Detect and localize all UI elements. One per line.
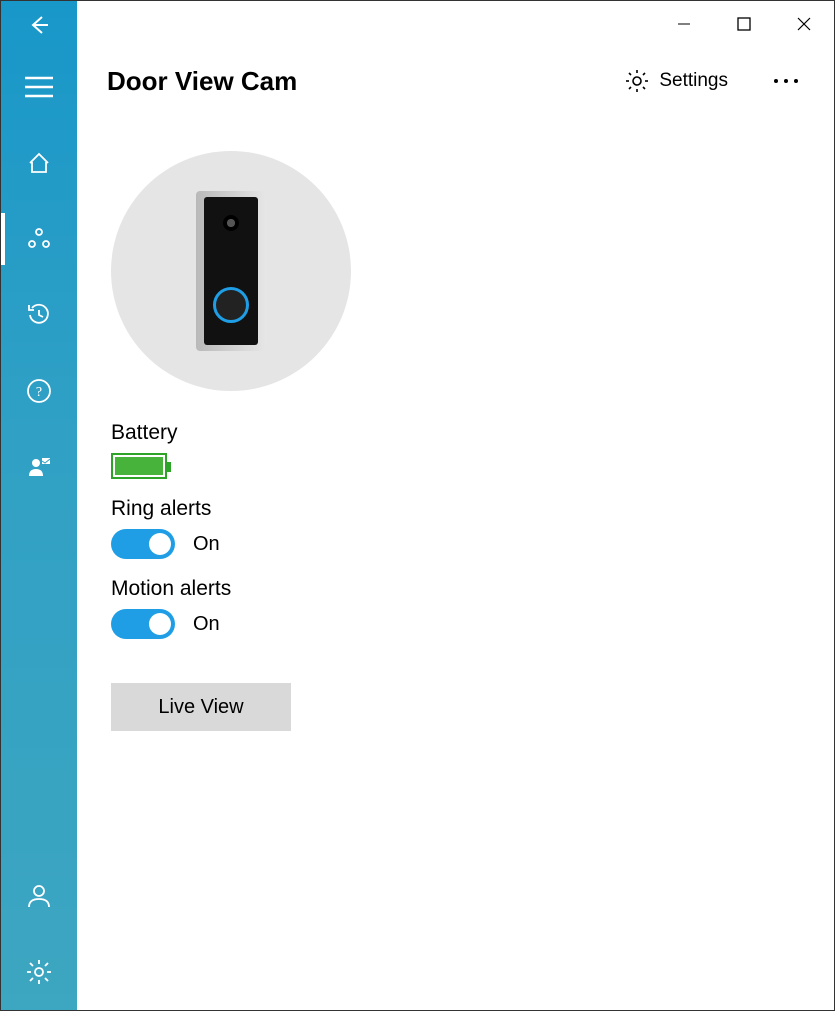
minimize-icon xyxy=(677,17,691,31)
help-icon: ? xyxy=(26,378,52,404)
close-button[interactable] xyxy=(774,1,834,47)
neighbors-icon xyxy=(26,454,52,480)
close-icon xyxy=(797,17,811,31)
device-detail-panel: Battery Ring alerts On Motion alerts On … xyxy=(77,131,834,1010)
battery-label: Battery xyxy=(111,421,800,445)
live-view-button[interactable]: Live View xyxy=(111,683,291,731)
minimize-button[interactable] xyxy=(654,1,714,47)
history-icon xyxy=(26,302,52,328)
dot-icon xyxy=(784,79,788,83)
account-icon xyxy=(26,883,52,909)
nav-account[interactable] xyxy=(1,858,77,934)
device-image-container xyxy=(111,151,351,391)
back-button[interactable] xyxy=(1,1,77,49)
svg-text:?: ? xyxy=(36,385,42,400)
back-arrow-icon xyxy=(28,14,50,36)
nav-help[interactable]: ? xyxy=(1,353,77,429)
settings-button[interactable]: Settings xyxy=(625,69,728,93)
home-icon xyxy=(27,151,51,175)
motion-alerts-toggle[interactable] xyxy=(111,609,175,639)
nav-neighbors[interactable] xyxy=(1,429,77,505)
nav-settings[interactable] xyxy=(1,934,77,1010)
hamburger-icon xyxy=(25,76,53,98)
nav-devices[interactable] xyxy=(1,201,77,277)
maximize-icon xyxy=(737,17,751,31)
motion-alerts-state: On xyxy=(193,613,220,636)
device-image xyxy=(196,191,266,351)
nav-home[interactable] xyxy=(1,125,77,201)
page-header: Door View Cam Settings xyxy=(77,51,834,111)
maximize-button[interactable] xyxy=(714,1,774,47)
dot-icon xyxy=(794,79,798,83)
gear-icon xyxy=(625,69,649,93)
more-options-button[interactable] xyxy=(768,73,804,89)
devices-icon xyxy=(27,227,51,251)
ring-alerts-toggle[interactable] xyxy=(111,529,175,559)
settings-label: Settings xyxy=(659,70,728,92)
window-controls xyxy=(654,1,834,47)
dot-icon xyxy=(774,79,778,83)
ring-alerts-label: Ring alerts xyxy=(111,497,800,521)
left-navigation-rail: ? xyxy=(1,1,77,1010)
motion-alerts-label: Motion alerts xyxy=(111,577,800,601)
hamburger-menu-button[interactable] xyxy=(1,49,77,125)
page-title: Door View Cam xyxy=(107,66,297,97)
gear-icon xyxy=(26,959,52,985)
ring-alerts-state: On xyxy=(193,533,220,556)
nav-history[interactable] xyxy=(1,277,77,353)
battery-icon xyxy=(111,453,167,479)
